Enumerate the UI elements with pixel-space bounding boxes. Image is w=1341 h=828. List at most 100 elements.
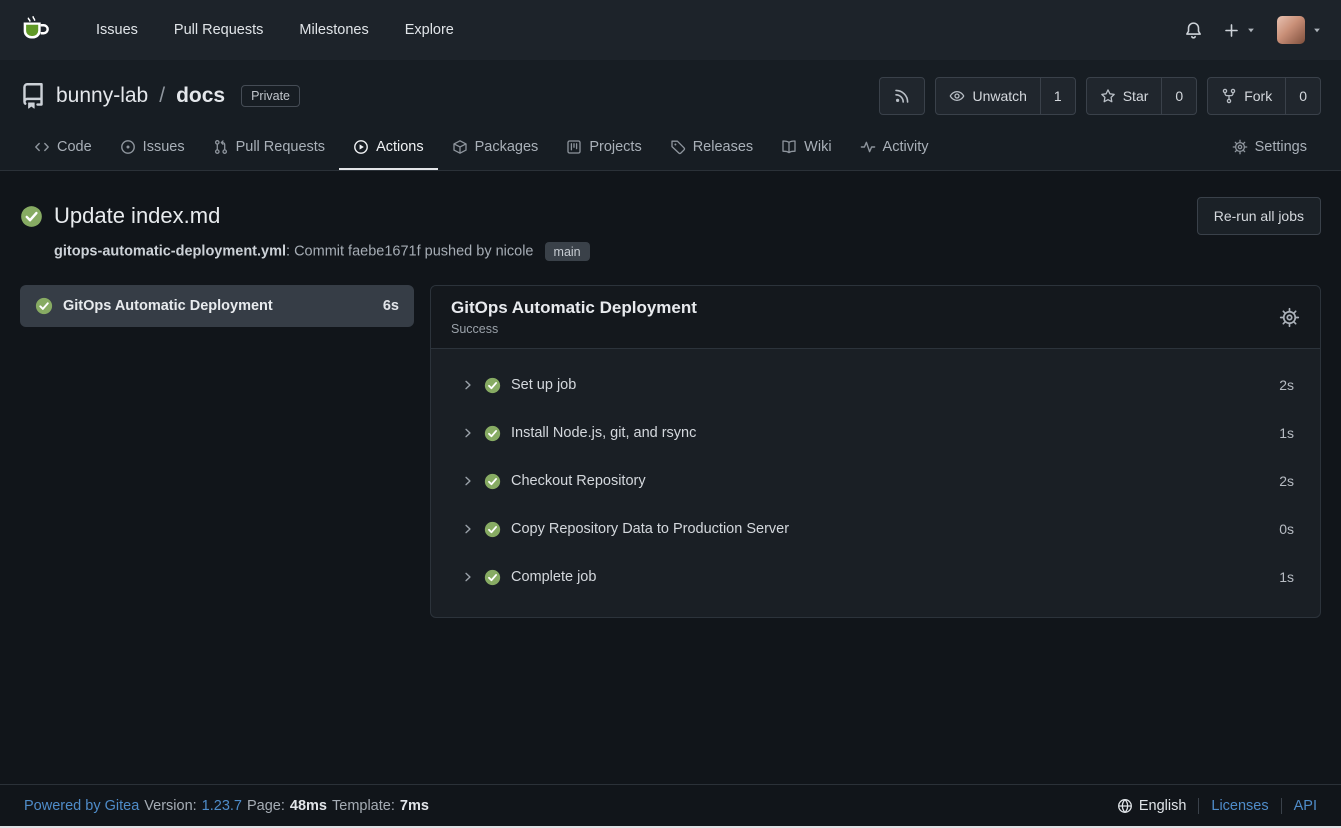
language-selector[interactable]: English [1117, 798, 1187, 814]
globe-icon [1117, 798, 1133, 814]
step-row-complete-job[interactable]: Complete job 1s [431, 553, 1320, 601]
caret-down-icon [1245, 24, 1257, 36]
tab-label: Projects [589, 139, 641, 155]
tab-projects[interactable]: Projects [552, 126, 655, 170]
tab-settings[interactable]: Settings [1218, 126, 1321, 170]
code-icon [34, 139, 50, 155]
commit-info-text: : Commit faebe1671f pushed by nicole [286, 244, 533, 260]
tab-label: Issues [143, 139, 185, 155]
job-detail-title: GitOps Automatic Deployment [451, 298, 697, 318]
navbar-links: Issues Pull Requests Milestones Explore [78, 0, 472, 60]
tab-code[interactable]: Code [20, 126, 106, 170]
step-duration: 1s [1279, 425, 1294, 441]
version-link[interactable]: 1.23.7 [202, 798, 242, 814]
template-time-value: 7ms [400, 798, 429, 814]
step-row-install-node[interactable]: Install Node.js, git, and rsync 1s [431, 409, 1320, 457]
tag-icon [670, 139, 686, 155]
tab-pull-requests[interactable]: Pull Requests [199, 126, 339, 170]
user-menu-button[interactable] [1277, 16, 1323, 44]
job-list-item-selected[interactable]: GitOps Automatic Deployment 6s [20, 285, 414, 327]
check-circle-icon [484, 425, 501, 442]
step-name: Install Node.js, git, and rsync [511, 425, 696, 441]
workflow-file-name[interactable]: gitops-automatic-deployment.yml [54, 244, 286, 260]
navbar-right [1184, 16, 1323, 44]
job-status-text: Success [451, 322, 697, 336]
run-header: Update index.md Re-run all jobs [20, 197, 1321, 235]
step-name: Copy Repository Data to Production Serve… [511, 521, 789, 537]
chevron-right-icon [461, 474, 475, 488]
step-row-checkout-repository[interactable]: Checkout Repository 2s [431, 457, 1320, 505]
tab-wiki[interactable]: Wiki [767, 126, 845, 170]
tab-label: Settings [1255, 139, 1307, 155]
fork-button[interactable]: Fork [1208, 78, 1285, 114]
check-circle-icon [484, 521, 501, 538]
step-row-copy-repository-data[interactable]: Copy Repository Data to Production Serve… [431, 505, 1320, 553]
stars-count[interactable]: 0 [1161, 78, 1196, 114]
check-circle-icon [484, 473, 501, 490]
navbar-item-issues[interactable]: Issues [78, 0, 156, 60]
git-pull-request-icon [213, 139, 229, 155]
gear-icon[interactable] [1279, 307, 1300, 328]
tab-label: Releases [693, 139, 753, 155]
licenses-link[interactable]: Licenses [1211, 798, 1268, 814]
repo-actions: Unwatch 1 Star 0 Fork 0 [879, 77, 1321, 115]
repo-title-row: bunny-lab / docs Private Unwatch 1 Star [20, 74, 1321, 118]
run-body: GitOps Automatic Deployment 6s GitOps Au… [20, 285, 1321, 618]
step-row-setup-job[interactable]: Set up job 2s [431, 361, 1320, 409]
check-circle-icon [35, 297, 53, 315]
navbar-item-milestones[interactable]: Milestones [281, 0, 386, 60]
powered-by-gitea-link[interactable]: Powered by Gitea [24, 798, 139, 814]
job-detail-title-block: GitOps Automatic Deployment Success [451, 298, 697, 336]
repo-book-icon [20, 83, 46, 109]
tab-label: Activity [883, 139, 929, 155]
gitea-logo[interactable] [18, 13, 52, 47]
version-label: Version: [144, 798, 196, 814]
rss-button[interactable] [880, 78, 924, 114]
tab-label: Actions [376, 139, 424, 155]
unwatch-label: Unwatch [972, 88, 1026, 104]
actions-run-page: Update index.md Re-run all jobs gitops-a… [0, 171, 1341, 784]
gitea-cup-icon [18, 13, 52, 47]
eye-icon [949, 88, 965, 104]
notifications-button[interactable] [1184, 21, 1203, 40]
tab-activity[interactable]: Activity [846, 126, 943, 170]
plus-icon [1223, 22, 1240, 39]
repo-tabs: Code Issues Pull Requests Actions Packag… [20, 126, 1321, 170]
chevron-right-icon [461, 570, 475, 584]
star-button[interactable]: Star [1087, 78, 1162, 114]
page-time-label: Page: [247, 798, 285, 814]
caret-down-icon [1311, 24, 1323, 36]
api-link[interactable]: API [1294, 798, 1317, 814]
watchers-count[interactable]: 1 [1040, 78, 1075, 114]
check-circle-icon [484, 377, 501, 394]
project-board-icon [566, 139, 582, 155]
branch-badge[interactable]: main [545, 242, 590, 261]
star-icon [1100, 88, 1116, 104]
repo-owner-link[interactable]: bunny-lab [56, 84, 148, 108]
top-navbar: Issues Pull Requests Milestones Explore [0, 0, 1341, 60]
navbar-item-explore[interactable]: Explore [387, 0, 472, 60]
job-detail-header: GitOps Automatic Deployment Success [431, 286, 1320, 349]
tab-label: Wiki [804, 139, 831, 155]
rerun-all-jobs-button[interactable]: Re-run all jobs [1197, 197, 1321, 235]
footer-divider [1198, 798, 1199, 814]
repo-name-link[interactable]: docs [176, 84, 225, 108]
repo-separator: / [159, 84, 165, 108]
footer-left: Powered by Gitea Version: 1.23.7 Page: 4… [24, 798, 429, 814]
tab-releases[interactable]: Releases [656, 126, 767, 170]
fork-label: Fork [1244, 88, 1272, 104]
template-time-label: Template: [332, 798, 395, 814]
forks-count[interactable]: 0 [1285, 78, 1320, 114]
tab-packages[interactable]: Packages [438, 126, 553, 170]
star-label: Star [1123, 88, 1149, 104]
tools-icon [1232, 139, 1248, 155]
create-new-button[interactable] [1223, 22, 1257, 39]
git-fork-icon [1221, 88, 1237, 104]
watch-button-group: Unwatch 1 [935, 77, 1075, 115]
navbar-item-pull-requests[interactable]: Pull Requests [156, 0, 281, 60]
check-circle-icon [20, 205, 43, 228]
tab-actions[interactable]: Actions [339, 126, 438, 170]
tab-issues[interactable]: Issues [106, 126, 199, 170]
footer-divider [1281, 798, 1282, 814]
unwatch-button[interactable]: Unwatch [936, 78, 1039, 114]
